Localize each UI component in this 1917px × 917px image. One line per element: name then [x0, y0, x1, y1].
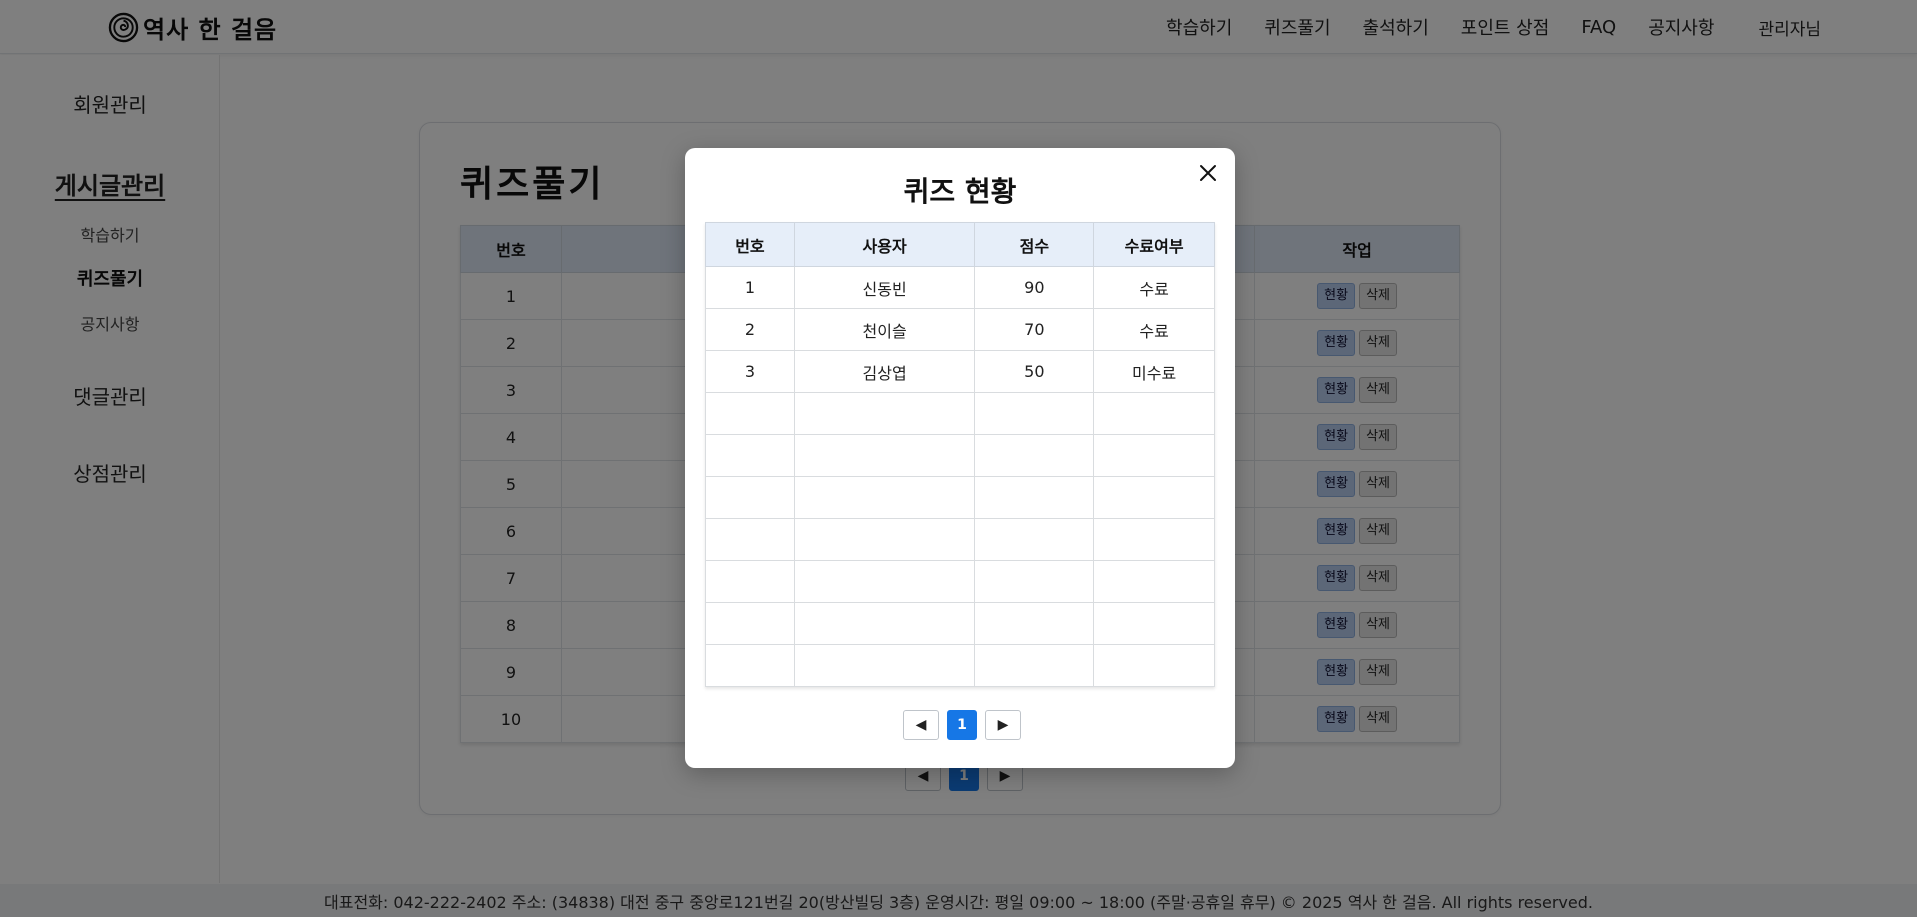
row-user — [793, 476, 976, 519]
prev-page-button[interactable]: ◀ — [903, 710, 939, 740]
row-score — [974, 434, 1095, 477]
row-completed: 수료 — [1093, 266, 1215, 309]
row-number: 3 — [705, 350, 795, 393]
row-completed — [1093, 518, 1215, 561]
row-number — [705, 476, 795, 519]
row-score — [974, 602, 1095, 645]
quiz-status-table-body: 1 신동빈 90 수료 2 천이슬 70 수료 3 김상엽 50 미수료 — [705, 266, 1215, 687]
table-row — [705, 392, 1215, 435]
col-user: 사용자 — [793, 222, 976, 267]
row-completed — [1093, 602, 1215, 645]
row-user — [793, 392, 976, 435]
row-user — [793, 602, 976, 645]
quiz-status-modal: 퀴즈 현황 번호 사용자 점수 수료여부 1 신동빈 90 수료 2 천이슬 70 수료 3 김상… — [685, 148, 1235, 768]
row-score — [974, 560, 1095, 603]
row-completed — [1093, 434, 1215, 477]
table-row — [705, 476, 1215, 519]
row-completed: 수료 — [1093, 308, 1215, 351]
row-score: 50 — [974, 350, 1095, 393]
table-row: 2 천이슬 70 수료 — [705, 308, 1215, 351]
close-icon[interactable] — [1195, 160, 1221, 186]
row-number — [705, 392, 795, 435]
table-row — [705, 518, 1215, 561]
row-score: 90 — [974, 266, 1095, 309]
row-completed — [1093, 644, 1215, 687]
row-number — [705, 644, 795, 687]
row-score — [974, 476, 1095, 519]
modal-title: 퀴즈 현황 — [903, 175, 1017, 208]
row-user — [793, 434, 976, 477]
row-score — [974, 644, 1095, 687]
row-completed — [1093, 392, 1215, 435]
table-row — [705, 560, 1215, 603]
row-number: 1 — [705, 266, 795, 309]
table-row: 3 김상엽 50 미수료 — [705, 350, 1215, 393]
row-score — [974, 518, 1095, 561]
row-score — [974, 392, 1095, 435]
row-user: 김상엽 — [793, 350, 976, 393]
row-number — [705, 518, 795, 561]
col-score: 점수 — [974, 222, 1095, 267]
next-page-button[interactable]: ▶ — [985, 710, 1021, 740]
table-row — [705, 602, 1215, 645]
row-score: 70 — [974, 308, 1095, 351]
row-number — [705, 434, 795, 477]
row-user — [793, 518, 976, 561]
row-user: 천이슬 — [793, 308, 976, 351]
row-completed: 미수료 — [1093, 350, 1215, 393]
row-completed — [1093, 476, 1215, 519]
row-number: 2 — [705, 308, 795, 351]
col-number: 번호 — [705, 222, 795, 267]
row-user: 신동빈 — [793, 266, 976, 309]
row-user — [793, 644, 976, 687]
page-button[interactable]: 1 — [947, 710, 977, 740]
modal-pagination: ◀ 1 ▶ — [903, 710, 1021, 740]
row-user — [793, 560, 976, 603]
quiz-status-table: 번호 사용자 점수 수료여부 1 신동빈 90 수료 2 천이슬 70 수료 3 김상엽 50 미수료 — [705, 222, 1215, 687]
table-row: 1 신동빈 90 수료 — [705, 266, 1215, 309]
row-number — [705, 602, 795, 645]
col-completed: 수료여부 — [1093, 222, 1215, 267]
row-number — [705, 560, 795, 603]
table-row — [705, 434, 1215, 477]
table-row — [705, 644, 1215, 687]
row-completed — [1093, 560, 1215, 603]
